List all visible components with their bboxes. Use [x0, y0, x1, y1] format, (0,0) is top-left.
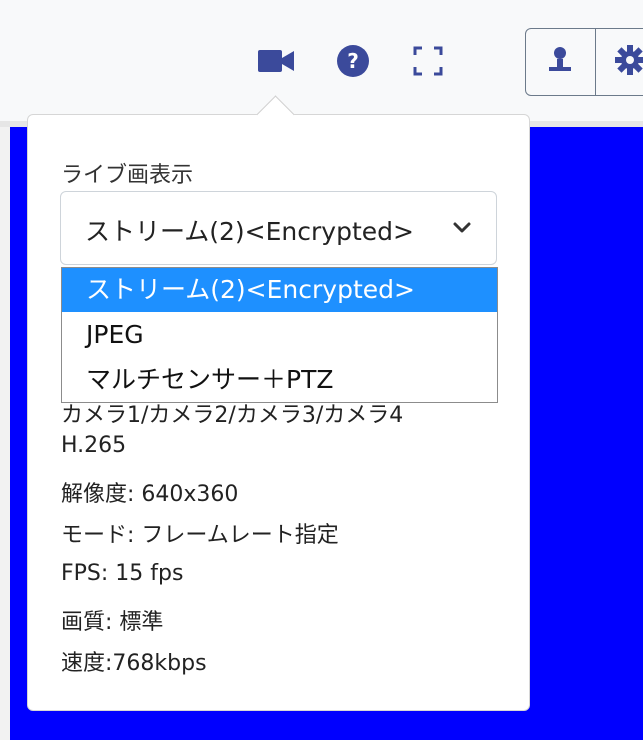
- user-settings-button-group: [525, 28, 643, 96]
- stream-select-value: ストリーム(2)<Encrypted>: [85, 217, 414, 246]
- mode-text: モード: フレームレート指定: [61, 523, 339, 548]
- settings-button[interactable]: [594, 29, 643, 95]
- stream-select[interactable]: ストリーム(2)<Encrypted>: [60, 191, 497, 265]
- stream-option-encrypted[interactable]: ストリーム(2)<Encrypted>: [62, 268, 497, 312]
- live-view-label: ライブ画表示: [61, 163, 194, 188]
- top-toolbar: ?: [0, 0, 643, 127]
- svg-text:?: ?: [347, 49, 359, 73]
- speed-text: 速度:768kbps: [61, 651, 207, 676]
- fullscreen-icon[interactable]: [408, 40, 448, 82]
- user-button[interactable]: [526, 29, 595, 95]
- video-camera-icon[interactable]: [256, 40, 296, 82]
- live-view-page: ? ライブ画表示 ストリーム(2)<Encrypted> カメラ1/カメラ2/カ…: [0, 0, 643, 740]
- resolution-text: 解像度: 640x360: [61, 482, 239, 507]
- stream-option-multisensor-ptz[interactable]: マルチセンサー＋PTZ: [62, 358, 497, 402]
- fps-text: FPS: 15 fps: [61, 561, 184, 586]
- codec-text: H.265: [61, 433, 127, 458]
- help-icon[interactable]: ?: [333, 40, 373, 82]
- gear-icon: [614, 44, 643, 80]
- user-icon: [546, 45, 574, 79]
- chevron-down-icon: [452, 220, 472, 239]
- stream-option-jpeg[interactable]: JPEG: [62, 313, 497, 357]
- stream-dropdown-list: ストリーム(2)<Encrypted> JPEG マルチセンサー＋PTZ: [61, 267, 498, 403]
- quality-text: 画質: 標準: [61, 610, 164, 635]
- live-view-popover: ライブ画表示 ストリーム(2)<Encrypted> カメラ1/カメラ2/カメラ…: [27, 114, 530, 711]
